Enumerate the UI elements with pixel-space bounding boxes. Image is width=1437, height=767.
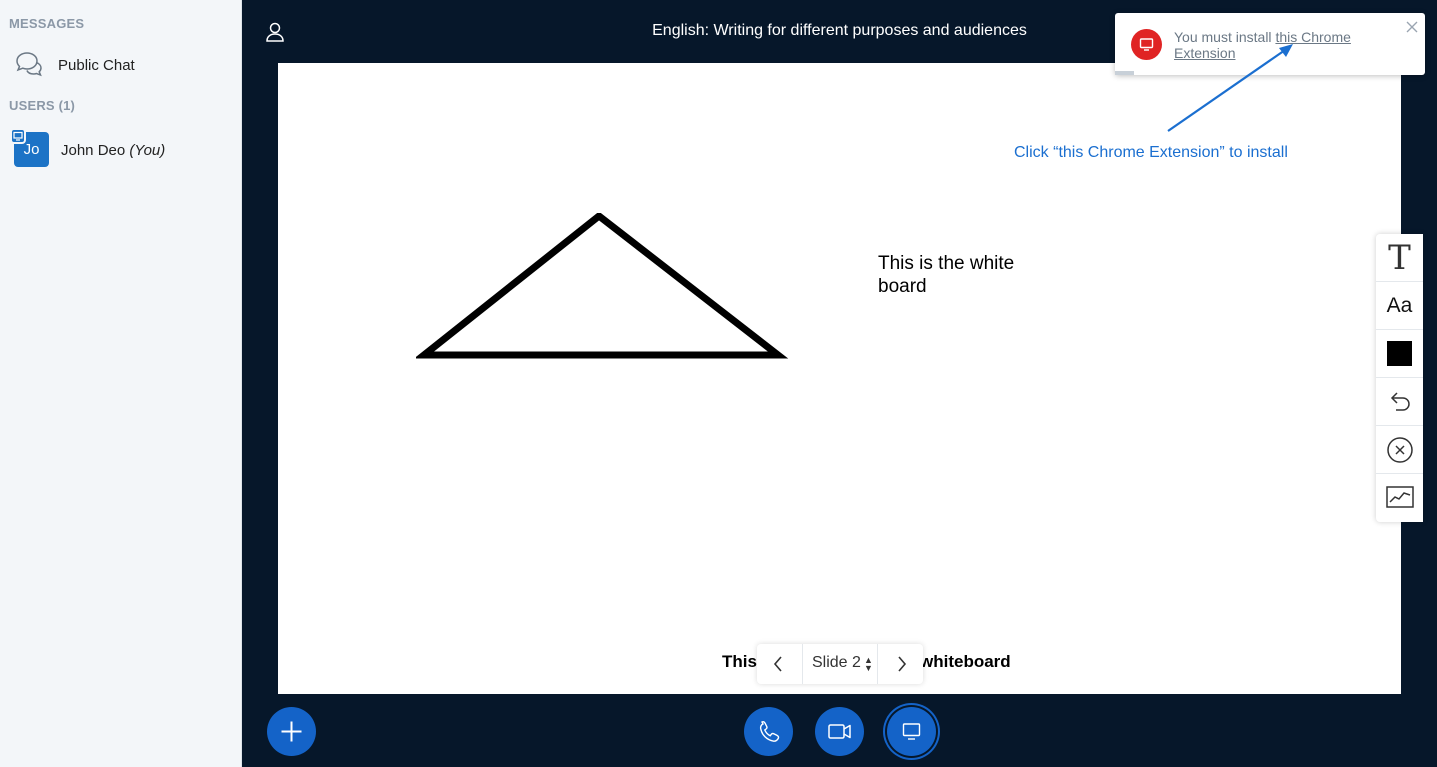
video-camera-icon: [828, 724, 851, 739]
select-arrows-icon: ▲ ▼: [864, 655, 873, 673]
triangle-shape: [416, 213, 789, 359]
phone-icon: [759, 720, 780, 742]
user-list-item[interactable]: Jo John Deo (You): [0, 126, 241, 174]
annotation-text: Click “this Chrome Extension” to install: [1014, 144, 1288, 161]
presenter-icon: [10, 128, 26, 144]
color-picker-button[interactable]: [1376, 330, 1423, 378]
share-camera-button[interactable]: [815, 707, 864, 756]
plus-icon: [281, 721, 302, 742]
text-tool-button[interactable]: T: [1376, 234, 1423, 282]
caption-left: This: [722, 652, 757, 671]
whiteboard-toolbar: T Aa: [1376, 234, 1423, 522]
previous-slide-button[interactable]: [757, 644, 801, 684]
next-slide-button[interactable]: [879, 644, 923, 684]
user-name: John Deo (You): [61, 142, 165, 159]
close-circle-icon: [1386, 436, 1413, 463]
actions-button[interactable]: [267, 707, 316, 756]
caption-right: whiteboard: [920, 652, 1011, 671]
multi-user-button[interactable]: [1376, 474, 1423, 522]
whiteboard-graph-icon: [1385, 486, 1414, 508]
chevron-right-icon: [898, 656, 907, 672]
public-chat-item[interactable]: Public Chat: [0, 44, 241, 86]
slide-navigation: Slide 2 ▲ ▼: [757, 644, 923, 684]
slide-select-value: Slide 2: [812, 654, 861, 671]
clear-button[interactable]: [1376, 426, 1423, 474]
undo-button[interactable]: [1376, 378, 1423, 426]
user-you-label: (You): [129, 142, 166, 159]
user-name-text: John Deo: [61, 142, 126, 159]
join-audio-button[interactable]: [744, 707, 793, 756]
toast-progress-bar: [1115, 71, 1134, 75]
screen-share-alert-icon: [1131, 29, 1162, 60]
users-section-title: USERS (1): [9, 98, 76, 113]
font-size-button[interactable]: Aa: [1376, 282, 1423, 330]
font-size-icon: Aa: [1386, 293, 1413, 317]
share-screen-button[interactable]: [887, 707, 936, 756]
whiteboard-text: This is the white board: [878, 253, 1015, 297]
slide-select[interactable]: Slide 2 ▲ ▼: [802, 644, 878, 684]
chevron-left-icon: [773, 656, 782, 672]
chat-bubbles-icon: [16, 52, 42, 77]
sidebar: MESSAGES Public Chat USERS (1) Jo John D…: [0, 0, 242, 767]
undo-icon: [1390, 391, 1410, 411]
desktop-icon: [902, 723, 921, 740]
close-icon[interactable]: [1404, 19, 1420, 35]
public-chat-label: Public Chat: [58, 57, 135, 74]
annotation-arrow: [1167, 44, 1293, 132]
text-tool-icon: T: [1388, 237, 1411, 278]
color-swatch-icon: [1387, 341, 1412, 366]
